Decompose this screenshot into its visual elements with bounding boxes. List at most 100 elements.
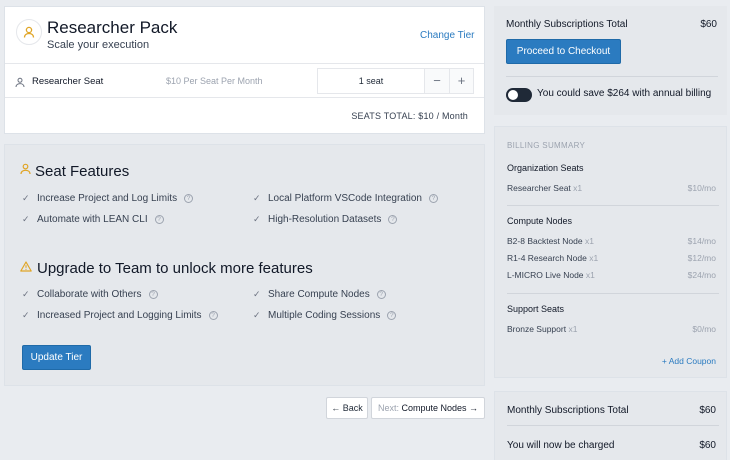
help-icon[interactable]: ? <box>376 290 386 299</box>
feature-item: ✓ Increased Project and Logging Limits ? <box>22 310 218 321</box>
add-coupon-link[interactable]: + Add Coupon <box>662 356 716 366</box>
check-icon: ✓ <box>253 289 261 299</box>
billing-item-multiplier: x1 <box>585 270 595 280</box>
help-icon[interactable]: ? <box>154 215 164 224</box>
billing-item-name: L-MICRO Live Node <box>507 270 584 280</box>
billing-group-title: Organization Seats <box>507 163 584 173</box>
annual-billing-text: You could save $264 with annual billing <box>537 88 712 99</box>
billing-item-multiplier: x1 <box>589 253 599 263</box>
billing-summary: BILLING SUMMARY Organization Seats Resea… <box>494 126 727 378</box>
billing-line-item: Researcher Seat x1 <box>507 183 582 193</box>
monthly-total-value: $60 <box>700 19 717 30</box>
billing-item-name: R1-4 Research Node <box>507 253 587 263</box>
seat-quantity-stepper: 1 seat − + <box>317 68 474 94</box>
divider <box>507 425 719 426</box>
user-icon <box>16 19 42 45</box>
next-prefix: Next: <box>377 403 399 413</box>
help-icon[interactable]: ? <box>148 290 158 299</box>
monthly-total-label: Monthly Subscriptions Total <box>506 19 628 30</box>
billing-item-price: $0/mo <box>692 324 716 334</box>
feature-label: Increase Project and Log Limits <box>37 193 178 204</box>
seat-features-heading: Seat Features <box>20 162 129 180</box>
seats-total: SEATS TOTAL: $10 / Month <box>351 111 468 121</box>
feature-label: Share Compute Nodes <box>268 289 370 300</box>
check-icon: ✓ <box>22 289 30 299</box>
help-icon[interactable]: ? <box>184 194 194 203</box>
feature-item: ✓ Automate with LEAN CLI ? <box>22 214 164 225</box>
feature-item: ✓ High-Resolution Datasets ? <box>253 214 398 225</box>
divider <box>507 293 719 294</box>
check-icon: ✓ <box>253 214 261 224</box>
billing-item-name: B2-8 Backtest Node <box>507 236 583 246</box>
pack-card: Researcher Pack Scale your execution Cha… <box>4 6 485 134</box>
feature-label: Local Platform VSCode Integration <box>268 193 422 204</box>
seat-features-title: Seat Features <box>35 162 130 180</box>
features-panel: Seat Features ✓ Increase Project and Log… <box>4 144 485 386</box>
charge-summary-card: Monthly Subscriptions Total $60 You will… <box>494 391 727 460</box>
increment-button[interactable]: + <box>449 69 473 93</box>
seat-quantity-value[interactable]: 1 seat <box>318 69 425 93</box>
help-icon[interactable]: ? <box>388 215 398 224</box>
feature-label: High-Resolution Datasets <box>268 214 382 225</box>
subscription-summary-card: Monthly Subscriptions Total $60 Proceed … <box>494 6 727 115</box>
billing-group-title: Compute Nodes <box>507 216 573 226</box>
feature-label: Automate with LEAN CLI <box>37 214 148 225</box>
seat-row: Researcher Seat $10 Per Seat Per Month 1… <box>5 63 484 98</box>
feature-item: ✓ Collaborate with Others ? <box>22 289 158 300</box>
proceed-to-checkout-button[interactable]: Proceed to Checkout <box>506 39 621 64</box>
billing-item-multiplier: x1 <box>584 236 594 246</box>
billing-group-title: Support Seats <box>507 304 565 314</box>
user-icon <box>20 162 31 180</box>
billing-item-name: Bronze Support <box>507 324 567 334</box>
monthly-total-value: $60 <box>699 405 716 416</box>
billing-item-name: Researcher Seat <box>507 183 571 193</box>
change-tier-link[interactable]: Change Tier <box>420 30 474 41</box>
feature-item: ✓ Share Compute Nodes ? <box>253 289 386 300</box>
check-icon: ✓ <box>22 214 30 224</box>
update-tier-button[interactable]: Update Tier <box>22 345 91 370</box>
billing-item-price: $24/mo <box>687 270 716 280</box>
billing-line-item: L-MICRO Live Node x1 <box>507 270 595 280</box>
pack-subtitle: Scale your execution <box>47 39 150 51</box>
help-icon[interactable]: ? <box>428 194 438 203</box>
check-icon: ✓ <box>253 193 261 203</box>
warning-icon <box>20 259 32 277</box>
pack-title: Researcher Pack <box>47 18 178 37</box>
seat-price: $10 Per Seat Per Month <box>166 76 263 86</box>
billing-line-item: B2-8 Backtest Node x1 <box>507 236 594 246</box>
feature-item: ✓ Multiple Coding Sessions ? <box>253 310 397 321</box>
upgrade-title: Upgrade to Team to unlock more features <box>37 259 313 277</box>
billing-item-price: $12/mo <box>687 253 716 263</box>
check-icon: ✓ <box>22 193 30 203</box>
billing-summary-header: BILLING SUMMARY <box>507 141 586 150</box>
feature-label: Multiple Coding Sessions <box>268 310 381 321</box>
feature-item: ✓ Local Platform VSCode Integration ? <box>253 193 438 204</box>
billing-item-price: $14/mo <box>687 236 716 246</box>
billing-item-multiplier: x1 <box>568 324 578 334</box>
upgrade-heading: Upgrade to Team to unlock more features <box>20 259 313 277</box>
feature-label: Collaborate with Others <box>37 289 142 300</box>
billing-item-price: $10/mo <box>687 183 716 193</box>
back-button[interactable]: ← Back <box>326 397 368 419</box>
next-button[interactable]: Next: Compute Nodes → <box>371 397 485 419</box>
annual-billing-toggle[interactable] <box>506 88 532 102</box>
charged-now-value: $60 <box>699 440 716 451</box>
person-icon <box>15 75 25 93</box>
help-icon[interactable]: ? <box>208 311 218 320</box>
billing-line-item: R1-4 Research Node x1 <box>507 253 598 263</box>
help-icon[interactable]: ? <box>387 311 397 320</box>
monthly-total-label: Monthly Subscriptions Total <box>507 405 629 416</box>
next-label: Compute Nodes → <box>401 403 479 413</box>
feature-item: ✓ Increase Project and Log Limits ? <box>22 193 194 204</box>
divider <box>507 205 719 206</box>
divider <box>506 76 718 77</box>
billing-item-multiplier: x1 <box>573 183 583 193</box>
decrement-button[interactable]: − <box>425 69 449 93</box>
check-icon: ✓ <box>22 310 30 320</box>
toggle-knob <box>508 90 518 100</box>
check-icon: ✓ <box>253 310 261 320</box>
charged-now-label: You will now be charged <box>507 440 615 451</box>
seat-name: Researcher Seat <box>32 76 104 87</box>
billing-line-item: Bronze Support x1 <box>507 324 577 334</box>
feature-label: Increased Project and Logging Limits <box>37 310 202 321</box>
